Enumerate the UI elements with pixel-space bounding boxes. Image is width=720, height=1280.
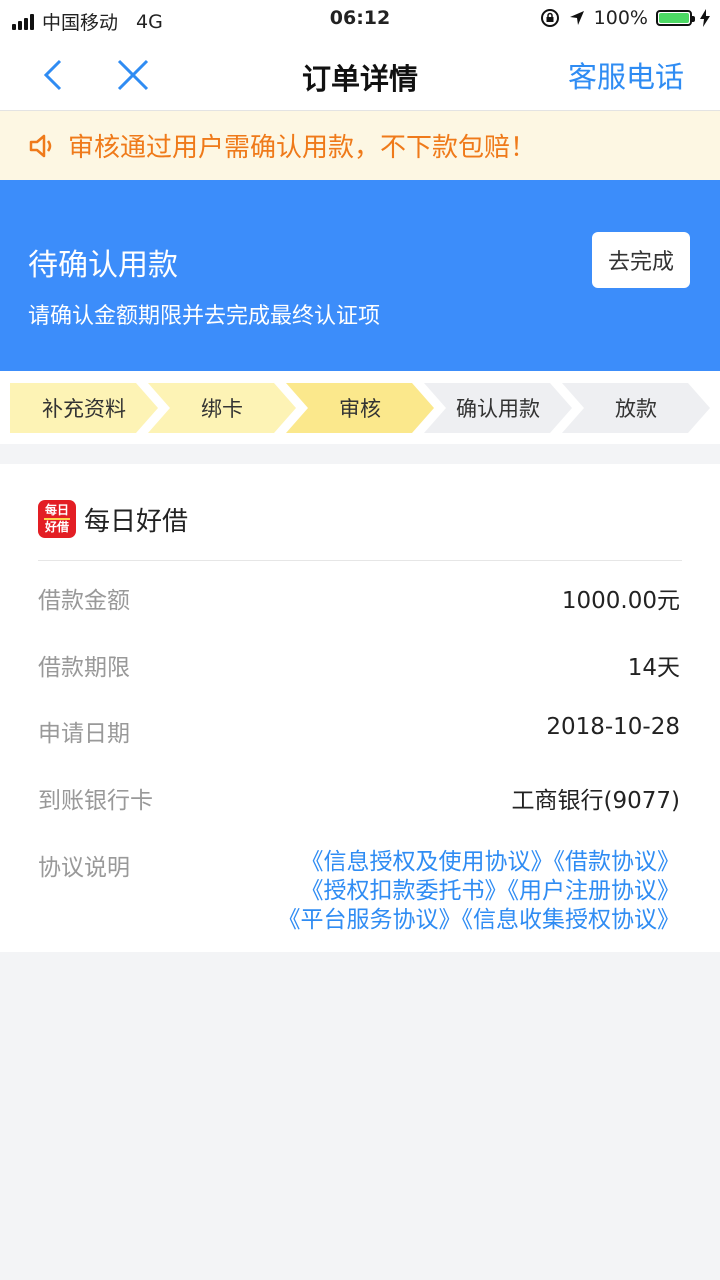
agreement-link-platform-service[interactable]: 《平台服务协议》 bbox=[278, 907, 462, 933]
step-disburse: 放款 bbox=[562, 383, 710, 433]
agreement-link-debit-authorization[interactable]: 《授权扣款委托书》 bbox=[301, 878, 508, 904]
row-value: 工商银行(9077) bbox=[511, 788, 680, 814]
nav-bar: 订单详情 客服电话 bbox=[0, 38, 720, 111]
complete-button[interactable]: 去完成 bbox=[592, 232, 690, 288]
agreement-link-user-registration[interactable]: 《用户注册协议》 bbox=[508, 878, 681, 904]
order-card: 每日 好借 每日好借 借款金额 1000.00元 借款期限 14天 申请日期 2… bbox=[0, 464, 720, 952]
lender-brand: 每日 好借 每日好借 bbox=[38, 500, 188, 538]
row-loan-amount: 借款金额 1000.00元 bbox=[38, 581, 680, 614]
row-apply-date: 申请日期 2018-10-28 bbox=[38, 714, 680, 747]
row-value: 2018-10-28 bbox=[546, 714, 680, 740]
step-label: 补充资料 bbox=[42, 397, 126, 421]
step-label: 审核 bbox=[339, 397, 381, 421]
step-supplement-info: 补充资料 bbox=[10, 383, 158, 433]
divider bbox=[38, 560, 682, 561]
charging-icon bbox=[700, 9, 710, 27]
agreement-link-loan[interactable]: 《借款协议》 bbox=[554, 849, 681, 875]
banner-title: 待确认用款 bbox=[28, 248, 178, 283]
rotation-lock-icon bbox=[540, 9, 559, 27]
step-label: 绑卡 bbox=[201, 397, 243, 421]
battery-percent: 100% bbox=[593, 7, 648, 29]
row-label: 借款金额 bbox=[38, 588, 130, 614]
step-bind-card: 绑卡 bbox=[148, 383, 296, 433]
progress-steps: 补充资料 绑卡 审核 确认用款 放款 bbox=[0, 371, 720, 444]
notice-bar: 审核通过用户需确认用款，不下款包赔！ bbox=[0, 111, 720, 180]
row-bank-card: 到账银行卡 工商银行(9077) bbox=[38, 781, 680, 814]
banner-subtitle: 请确认金额期限并去完成最终认证项 bbox=[28, 304, 381, 329]
agreement-links: 《信息授权及使用协议》《借款协议》 《授权扣款委托书》《用户注册协议》 《平台服… bbox=[278, 848, 681, 935]
step-confirm-usage: 确认用款 bbox=[424, 383, 572, 433]
status-bar: 中国移动 4G 06:12 100% bbox=[0, 0, 720, 38]
location-icon bbox=[569, 11, 584, 25]
row-value: 1000.00元 bbox=[561, 588, 680, 614]
row-loan-term: 借款期限 14天 bbox=[38, 648, 680, 681]
row-label: 申请日期 bbox=[38, 721, 130, 747]
status-right: 100% bbox=[540, 7, 710, 29]
notice-text: 审核通过用户需确认用款，不下款包赔！ bbox=[68, 133, 537, 163]
step-label: 确认用款 bbox=[456, 397, 540, 421]
lender-name: 每日好借 bbox=[84, 506, 189, 537]
step-label: 放款 bbox=[615, 397, 657, 421]
agreement-link-info-collection[interactable]: 《信息收集授权协议》 bbox=[462, 907, 681, 933]
row-label: 借款期限 bbox=[38, 655, 130, 681]
speaker-icon bbox=[29, 134, 52, 157]
lender-logo: 每日 好借 bbox=[38, 500, 76, 538]
customer-service-button[interactable]: 客服电话 bbox=[568, 54, 684, 96]
agreement-link-info-authorization[interactable]: 《信息授权及使用协议》 bbox=[301, 849, 554, 875]
step-review: 审核 bbox=[286, 383, 434, 433]
row-label: 到账银行卡 bbox=[38, 788, 153, 814]
battery-icon bbox=[656, 10, 695, 26]
status-banner: 待确认用款 请确认金额期限并去完成最终认证项 去完成 bbox=[0, 180, 720, 371]
agreement-label: 协议说明 bbox=[38, 855, 130, 881]
row-value: 14天 bbox=[627, 655, 680, 681]
